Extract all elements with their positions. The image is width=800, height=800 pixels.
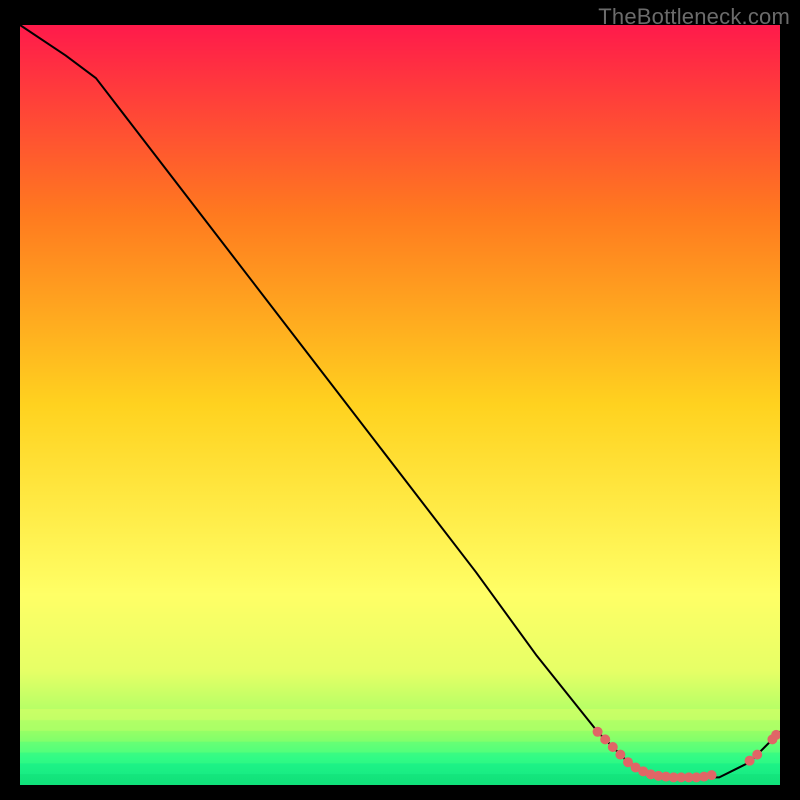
bottleneck-chart — [20, 25, 780, 785]
data-point — [707, 770, 717, 780]
data-point — [752, 750, 762, 760]
data-point — [593, 727, 603, 737]
data-point — [615, 750, 625, 760]
chart-background — [20, 25, 780, 785]
data-point — [608, 742, 618, 752]
data-point — [600, 734, 610, 744]
